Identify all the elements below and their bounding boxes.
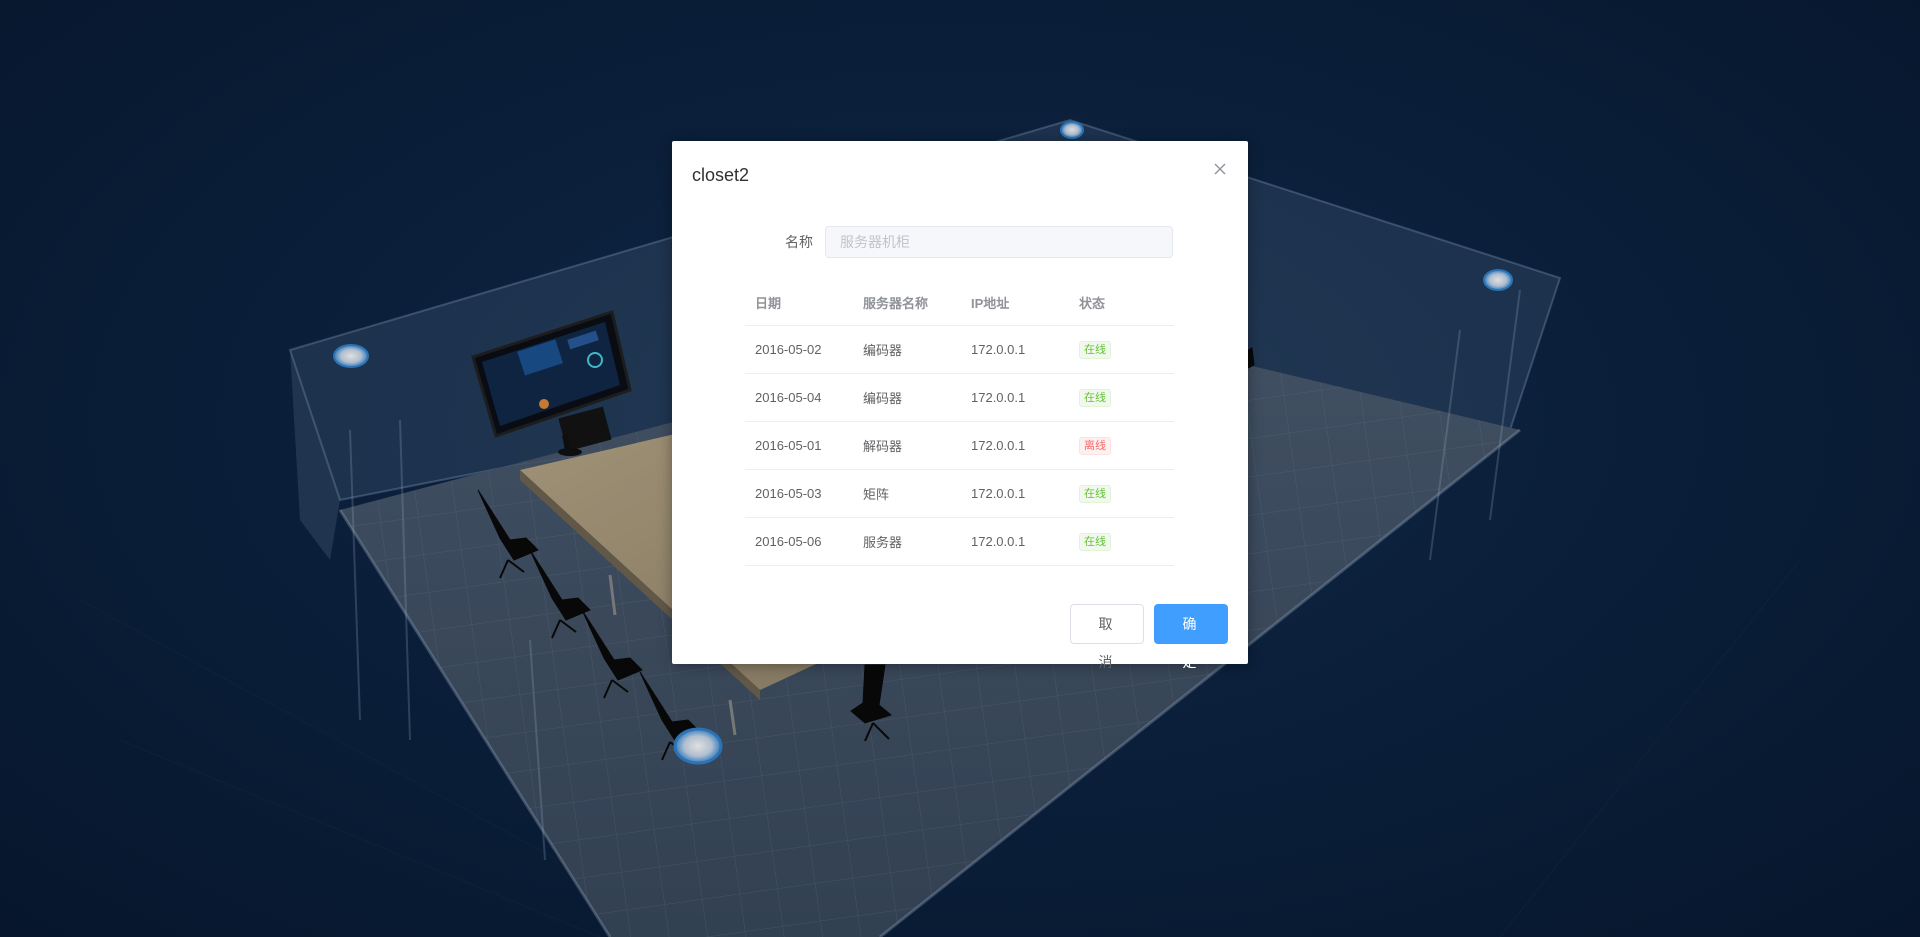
cell-ip: 172.0.0.1 <box>961 373 1069 422</box>
cell-date: 2016-05-03 <box>745 469 853 518</box>
name-label: 名称 <box>785 234 813 250</box>
cell-server-name: 服务器 <box>853 517 961 566</box>
table-row[interactable]: 2016-05-01 解码器 172.0.0.1 离线 <box>745 421 1174 470</box>
status-badge: 离线 <box>1079 436 1111 455</box>
column-header-date[interactable]: 日期 <box>745 279 853 326</box>
cell-status: 在线 <box>1069 325 1174 374</box>
status-badge: 在线 <box>1079 388 1111 407</box>
name-form-item: 名称 <box>745 226 1185 258</box>
server-table: 日期 服务器名称 IP地址 状态 2016-05-02 编码器 172.0.0.… <box>745 279 1174 566</box>
cell-server-name: 编码器 <box>853 325 961 374</box>
confirm-button[interactable]: 确 定 <box>1154 604 1228 670</box>
table-row[interactable]: 2016-05-02 编码器 172.0.0.1 在线 <box>745 325 1174 374</box>
column-header-ip[interactable]: IP地址 <box>961 279 1069 326</box>
cell-server-name: 解码器 <box>853 421 961 470</box>
column-header-server-name[interactable]: 服务器名称 <box>853 279 961 326</box>
cell-status: 在线 <box>1069 373 1174 422</box>
close-button[interactable] <box>1210 159 1230 179</box>
cell-status: 在线 <box>1069 469 1174 518</box>
cancel-button[interactable]: 取 消 <box>1070 604 1144 670</box>
status-badge: 在线 <box>1079 532 1111 551</box>
cell-status: 在线 <box>1069 517 1174 566</box>
dialog-footer: 取 消确 定 <box>1070 604 1228 670</box>
cell-date: 2016-05-06 <box>745 517 853 566</box>
dialog-title: closet2 <box>692 165 750 185</box>
cell-server-name: 矩阵 <box>853 469 961 518</box>
table-row[interactable]: 2016-05-06 服务器 172.0.0.1 在线 <box>745 517 1174 566</box>
cell-ip: 172.0.0.1 <box>961 469 1069 518</box>
close-icon <box>1214 163 1226 175</box>
cell-date: 2016-05-04 <box>745 373 853 422</box>
cell-ip: 172.0.0.1 <box>961 421 1069 470</box>
cell-date: 2016-05-02 <box>745 325 853 374</box>
name-input[interactable] <box>825 226 1173 258</box>
table-header-row: 日期 服务器名称 IP地址 状态 <box>745 279 1174 326</box>
status-badge: 在线 <box>1079 484 1111 503</box>
table-row[interactable]: 2016-05-04 编码器 172.0.0.1 在线 <box>745 373 1174 422</box>
cell-ip: 172.0.0.1 <box>961 325 1069 374</box>
table-row[interactable]: 2016-05-03 矩阵 172.0.0.1 在线 <box>745 469 1174 518</box>
cell-status: 离线 <box>1069 421 1174 470</box>
cell-date: 2016-05-01 <box>745 421 853 470</box>
cabinet-dialog: closet2 名称 日期 服务器名称 IP地址 状态 2016-05-02 编… <box>672 141 1248 670</box>
status-badge: 在线 <box>1079 340 1111 359</box>
cell-ip: 172.0.0.1 <box>961 517 1069 566</box>
cell-server-name: 编码器 <box>853 373 961 422</box>
column-header-status[interactable]: 状态 <box>1069 279 1174 326</box>
